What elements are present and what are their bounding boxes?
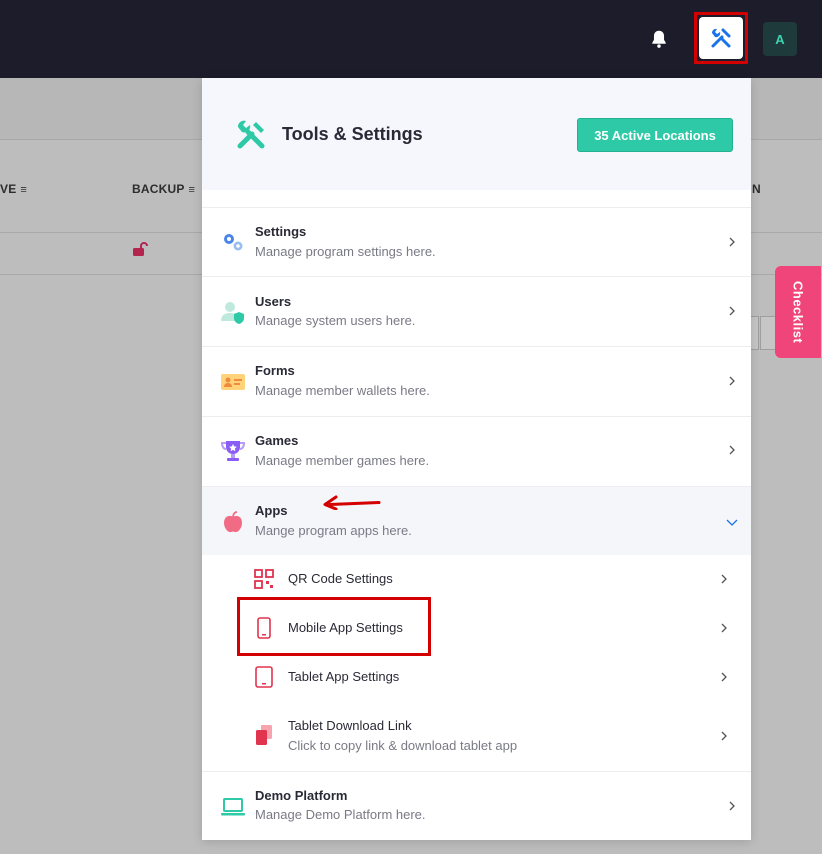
chevron-right-icon	[729, 376, 735, 386]
user-avatar[interactable]: A	[763, 22, 797, 56]
column-header-ve: VE ≡	[0, 182, 28, 196]
menu-item-description: Mange program apps here.	[255, 523, 412, 538]
tablet-icon	[255, 666, 273, 688]
apple-icon	[224, 511, 242, 533]
filter-icon: ≡	[188, 184, 196, 196]
menu-item-forms[interactable]: Forms Manage member wallets here.	[202, 346, 751, 416]
menu-item-games[interactable]: Games Manage member games here.	[202, 416, 751, 486]
column-header-backup: BACKUP ≡	[132, 182, 196, 196]
menu-item-description: Manage member games here.	[255, 453, 430, 468]
dropdown-header: Tools & Settings 35 Active Locations	[202, 78, 751, 190]
submenu-item-qr-code-settings[interactable]: QR Code Settings	[202, 555, 751, 603]
checklist-tab[interactable]: Checklist	[775, 266, 821, 358]
lock-icon	[133, 242, 148, 256]
annotation-arrow-icon	[323, 495, 381, 510]
chevron-right-icon	[721, 672, 727, 682]
submenu-item-title: Tablet Download Link	[288, 718, 412, 733]
chevron-right-icon	[729, 801, 735, 811]
menu-item-title: Games	[255, 433, 299, 448]
chevron-right-icon	[729, 306, 735, 316]
submenu-item-tablet-app-settings[interactable]: Tablet App Settings	[202, 653, 751, 701]
chevron-right-icon	[721, 731, 727, 741]
dropdown-title: Tools & Settings	[282, 124, 423, 144]
submenu-item-tablet-download-link[interactable]: Tablet Download Link Click to copy link …	[202, 701, 751, 771]
chevron-right-icon	[729, 237, 735, 247]
menu-item-title: Users	[255, 294, 292, 309]
chevron-right-icon	[729, 445, 735, 455]
gears-icon	[224, 234, 243, 251]
tools-settings-button[interactable]	[694, 12, 748, 64]
user-shield-icon	[221, 302, 244, 324]
trophy-icon	[220, 441, 246, 461]
menu-item-title: Apps	[255, 503, 288, 518]
bell-icon[interactable]	[648, 28, 670, 50]
menu-item-description: Manage program settings here.	[255, 244, 436, 259]
submenu-item-description: Click to copy link & download tablet app	[288, 738, 518, 753]
laptop-icon	[221, 798, 245, 816]
menu-item-description: Manage Demo Platform here.	[255, 807, 426, 822]
copy-icon	[256, 725, 272, 745]
tools-icon	[237, 120, 265, 149]
menu-item-users[interactable]: Users Manage system users here.	[202, 276, 751, 346]
active-locations-badge[interactable]: 35 Active Locations	[577, 118, 733, 152]
top-bar: A	[0, 0, 822, 78]
chevron-right-icon	[721, 623, 727, 633]
tools-icon	[711, 28, 731, 48]
filter-icon: ≡	[20, 184, 28, 196]
menu-item-description: Manage member wallets here.	[255, 383, 430, 398]
highlight-box-mobile-app-settings	[237, 597, 431, 656]
menu-item-description: Manage system users here.	[255, 313, 416, 328]
menu-item-apps[interactable]: Apps Mange program apps here.	[202, 486, 751, 555]
chevron-down-icon	[726, 519, 738, 526]
chevron-right-icon	[721, 574, 727, 584]
id-card-icon	[221, 374, 245, 390]
menu-item-title: Settings	[255, 224, 307, 239]
checklist-label: Checklist	[790, 280, 806, 344]
menu-item-settings[interactable]: Settings Manage program settings here.	[202, 207, 751, 276]
tools-settings-dropdown: Tools & Settings 35 Active Locations Set…	[202, 78, 751, 840]
qr-code-icon	[254, 569, 274, 589]
menu-item-title: Forms	[255, 363, 295, 378]
menu-item-title: Demo Platform	[255, 788, 348, 803]
column-header-n: N	[752, 182, 761, 196]
submenu-item-title: Tablet App Settings	[288, 669, 400, 684]
menu-item-demo-platform[interactable]: Demo Platform Manage Demo Platform here.	[202, 771, 751, 840]
submenu-item-title: QR Code Settings	[288, 571, 393, 586]
